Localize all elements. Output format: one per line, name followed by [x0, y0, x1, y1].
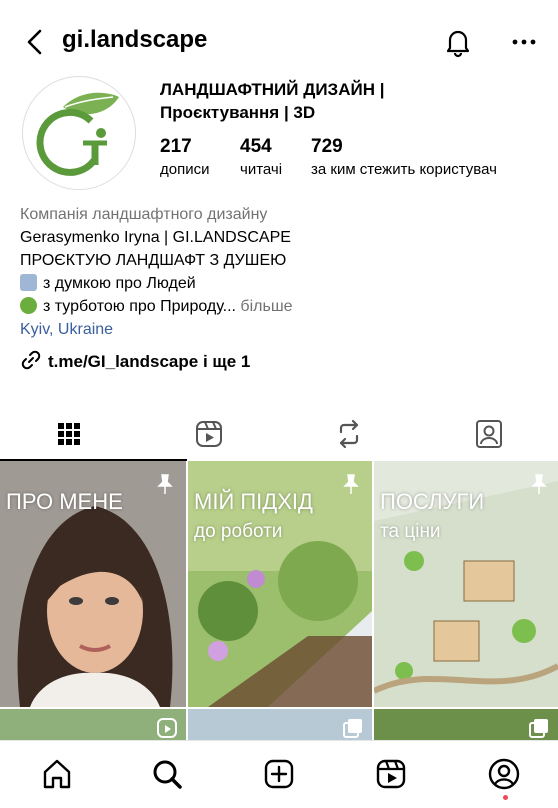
family-emoji-icon	[20, 274, 37, 291]
profile-icon[interactable]	[487, 757, 521, 791]
pinned-icon	[343, 474, 359, 494]
create-icon[interactable]	[262, 757, 296, 791]
grid-post-approach[interactable]: МІЙ ПІДХІД до роботи	[188, 461, 372, 707]
following-count[interactable]: 729	[311, 136, 343, 158]
bio-category: Компанія ландшафтного дизайну	[20, 206, 268, 223]
post-title: МІЙ ПІДХІД	[194, 489, 313, 514]
post-subtitle: та ціни	[380, 521, 441, 542]
carousel-icon	[343, 719, 362, 738]
bio-line: Gerasymenko Iryna | GI.LANDSCAPE	[20, 229, 291, 246]
grid-post[interactable]	[374, 709, 558, 741]
grid-post[interactable]	[0, 709, 186, 741]
grid-post-about[interactable]: ПРО МЕНЕ	[0, 461, 186, 707]
tagged-icon[interactable]	[473, 418, 505, 450]
external-link[interactable]: t.me/GI_landscape і ще 1	[20, 349, 250, 372]
more-link[interactable]: більше	[240, 298, 292, 315]
tree-emoji-icon	[20, 297, 37, 314]
bio-line: з думкою про Людей	[20, 272, 196, 295]
home-icon[interactable]	[40, 757, 74, 791]
profile-username: gi.landscape	[62, 26, 208, 53]
reels-icon[interactable]	[374, 757, 408, 791]
post-title: ПОСЛУГИ	[380, 489, 485, 514]
post-title: ПРО МЕНЕ	[6, 489, 123, 514]
grid-post[interactable]	[188, 709, 372, 741]
more-options-icon[interactable]	[508, 26, 540, 58]
notifications-bell-icon[interactable]	[442, 26, 474, 58]
repost-icon[interactable]	[333, 418, 365, 450]
reels-icon[interactable]	[193, 418, 225, 450]
search-icon[interactable]	[150, 757, 184, 791]
posts-label[interactable]: дописи	[160, 161, 209, 178]
pinned-icon	[157, 474, 173, 494]
link-icon	[21, 350, 41, 370]
post-subtitle: до роботи	[194, 521, 283, 542]
bio-line: ПРОЄКТУЮ ЛАНДШАФТ З ДУШЕЮ	[20, 252, 287, 269]
carousel-icon	[529, 719, 548, 738]
pinned-icon	[531, 474, 547, 494]
logo-icon	[36, 92, 119, 176]
notification-dot	[503, 795, 508, 800]
grid-post-services[interactable]: ПОСЛУГИ та ціни	[374, 461, 558, 707]
avatar[interactable]	[22, 76, 136, 190]
profile-display-name: ЛАНДШАФТНИЙ ДИЗАЙН | Проєктування | 3D	[160, 80, 385, 122]
grid-icon[interactable]	[53, 418, 85, 450]
followers-count[interactable]: 454	[240, 136, 272, 158]
followers-label[interactable]: читачі	[240, 161, 282, 178]
posts-count[interactable]: 217	[160, 136, 192, 158]
reel-indicator-icon	[157, 718, 177, 738]
bio-line: з турботою про Природу... більше	[20, 295, 293, 318]
following-label[interactable]: за ким стежить користувач	[311, 161, 497, 178]
back-arrow-icon[interactable]	[22, 28, 50, 56]
location-link[interactable]: Kyiv, Ukraine	[20, 318, 113, 341]
